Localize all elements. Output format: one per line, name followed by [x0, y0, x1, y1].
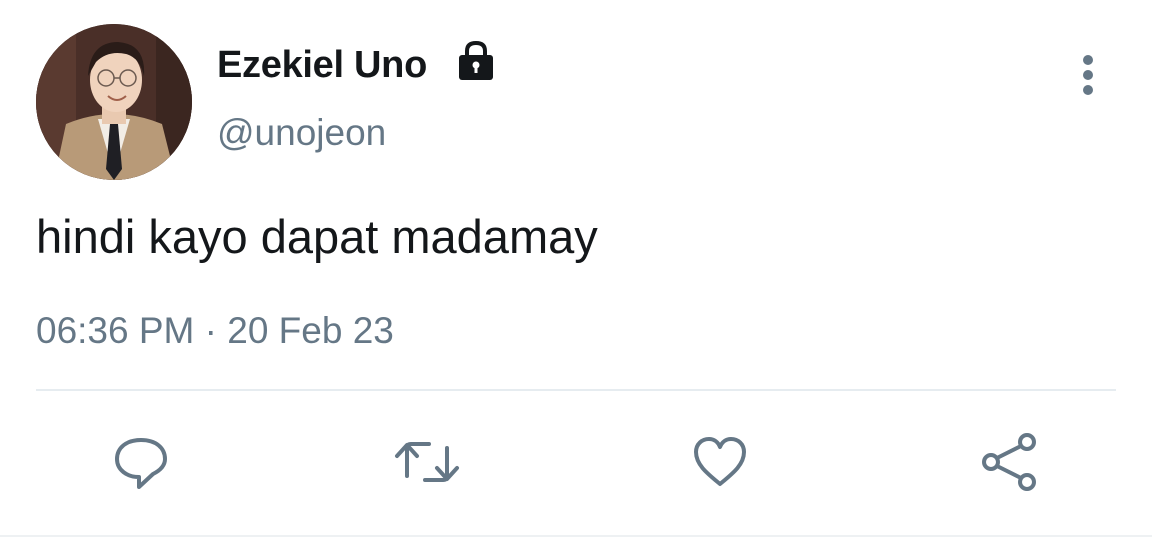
- comment-icon: [111, 432, 171, 492]
- retweet-button[interactable]: [395, 432, 459, 492]
- handle[interactable]: @unojeon: [217, 112, 386, 154]
- avatar[interactable]: [36, 24, 192, 180]
- reply-button[interactable]: [111, 432, 171, 492]
- tweet-text: hindi kayo dapat madamay: [36, 210, 598, 263]
- share-button[interactable]: [980, 432, 1040, 492]
- share-icon: [979, 432, 1041, 492]
- lock-icon: [455, 40, 497, 87]
- display-name[interactable]: Ezekiel Uno: [217, 44, 427, 87]
- timestamp[interactable]: 06:36 PM · 20 Feb 23: [36, 310, 394, 352]
- divider: [36, 389, 1116, 391]
- heart-icon: [690, 432, 750, 492]
- like-button[interactable]: [690, 432, 750, 492]
- retweet-icon: [393, 432, 461, 492]
- more-vertical-icon[interactable]: [1068, 52, 1108, 100]
- bottom-divider: [0, 535, 1152, 537]
